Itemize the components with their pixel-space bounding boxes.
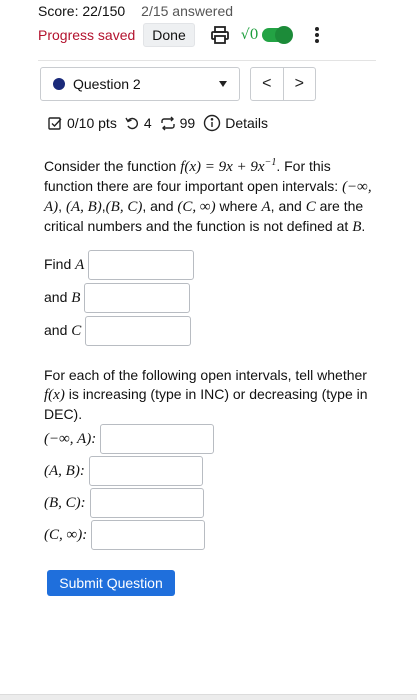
question-intro-6: . bbox=[361, 218, 366, 234]
find-a-label: Find A bbox=[44, 256, 85, 273]
and-c-label: and C bbox=[44, 322, 82, 339]
info-icon bbox=[204, 114, 221, 132]
sep-1: , bbox=[58, 198, 66, 214]
answered-count: 2/15 answered bbox=[141, 3, 234, 19]
details-link[interactable]: Details bbox=[203, 114, 268, 132]
interval-3-input[interactable] bbox=[89, 488, 204, 518]
interval-2-label: (A, B): bbox=[44, 462, 85, 479]
points-info: 0/10 pts bbox=[48, 115, 117, 131]
bottom-scrollbar bbox=[0, 694, 417, 700]
interval-4-math: (C, ∞) bbox=[177, 199, 216, 215]
attempts-count: 99 bbox=[179, 115, 196, 131]
var-a: A bbox=[261, 199, 271, 215]
previous-question-button[interactable]: < bbox=[251, 68, 283, 100]
progress-saved-status: Progress saved bbox=[38, 27, 136, 43]
toggle-switch[interactable] bbox=[261, 26, 293, 44]
sqrt-icon: √0 bbox=[240, 27, 259, 43]
intervals-intro-1: For each of the following open intervals… bbox=[44, 367, 367, 383]
and-b-label: and B bbox=[44, 289, 81, 306]
interval-1-input[interactable] bbox=[100, 424, 215, 454]
more-options-icon[interactable] bbox=[312, 24, 322, 46]
interval-3-math: (B, C) bbox=[105, 199, 143, 215]
and-c-row: and C bbox=[44, 316, 192, 346]
checkbox-icon bbox=[48, 116, 62, 130]
answer-a-input[interactable] bbox=[88, 250, 195, 280]
find-a-row: Find A bbox=[44, 250, 195, 280]
retries-count: 4 bbox=[143, 115, 152, 131]
print-icon[interactable] bbox=[209, 24, 231, 46]
next-question-button[interactable]: > bbox=[282, 68, 316, 100]
score-header: Score: 22/150 2/15 answered bbox=[38, 2, 233, 20]
interval-4-input[interactable] bbox=[91, 520, 206, 550]
question-meta: 0/10 pts 4 99 Details bbox=[48, 112, 276, 134]
question-text: Consider the function f(x) = 9x + 9x−1. … bbox=[44, 153, 374, 237]
function-formula: f(x) = 9x + 9x bbox=[180, 159, 265, 175]
interval-4-row: (C, ∞): bbox=[44, 520, 206, 550]
question-intro-3: where bbox=[215, 198, 262, 214]
interval-4-label: (C, ∞): bbox=[44, 526, 88, 543]
header-divider bbox=[38, 60, 376, 61]
done-button[interactable]: Done bbox=[143, 23, 195, 47]
var-c: C bbox=[305, 199, 316, 215]
question-select[interactable]: Question 2 bbox=[40, 67, 240, 101]
interval-1-row: (−∞, A): bbox=[44, 424, 215, 454]
function-exponent: −1 bbox=[264, 157, 277, 168]
intervals-question-text: For each of the following open intervals… bbox=[44, 366, 374, 424]
question-intro-4: , and bbox=[270, 198, 306, 214]
var-b: B bbox=[352, 219, 362, 235]
function-expression: f(x) = 9x + 9x−1 bbox=[180, 157, 277, 175]
and-b-row: and B bbox=[44, 283, 191, 313]
submit-question-button[interactable]: Submit Question bbox=[47, 570, 175, 596]
undo-icon bbox=[125, 117, 138, 129]
caret-down-icon bbox=[219, 81, 227, 87]
question-intro-1: Consider the function bbox=[44, 158, 181, 174]
interval-3-label: (B, C): bbox=[44, 494, 86, 511]
interval-3-row: (B, C): bbox=[44, 488, 204, 518]
interval-2-input[interactable] bbox=[88, 456, 203, 486]
question-select-label: Question 2 bbox=[73, 76, 141, 92]
score-text: Score: 22/150 bbox=[38, 3, 126, 19]
interval-2-math: (A, B) bbox=[65, 199, 102, 215]
question-nav: < > bbox=[250, 67, 316, 101]
intervals-func: f(x) bbox=[44, 387, 65, 403]
attempts-info: 99 bbox=[160, 115, 196, 131]
answer-c-input[interactable] bbox=[85, 316, 192, 346]
repeat-icon bbox=[160, 116, 175, 130]
interval-2-row: (A, B): bbox=[44, 456, 203, 486]
question-status-dot bbox=[53, 78, 65, 90]
retries-info: 4 bbox=[125, 115, 152, 131]
sep-3: , and bbox=[142, 198, 178, 214]
interval-1-label: (−∞, A): bbox=[44, 430, 97, 447]
answer-b-input[interactable] bbox=[84, 283, 191, 313]
math-entry-toggle[interactable]: √0 bbox=[240, 26, 293, 44]
toolbar: Progress saved Done √0 bbox=[38, 22, 322, 48]
intervals-intro-2: is increasing (type in INC) or decreasin… bbox=[44, 386, 368, 422]
points-text: 0/10 pts bbox=[67, 115, 117, 131]
details-label: Details bbox=[225, 115, 268, 131]
